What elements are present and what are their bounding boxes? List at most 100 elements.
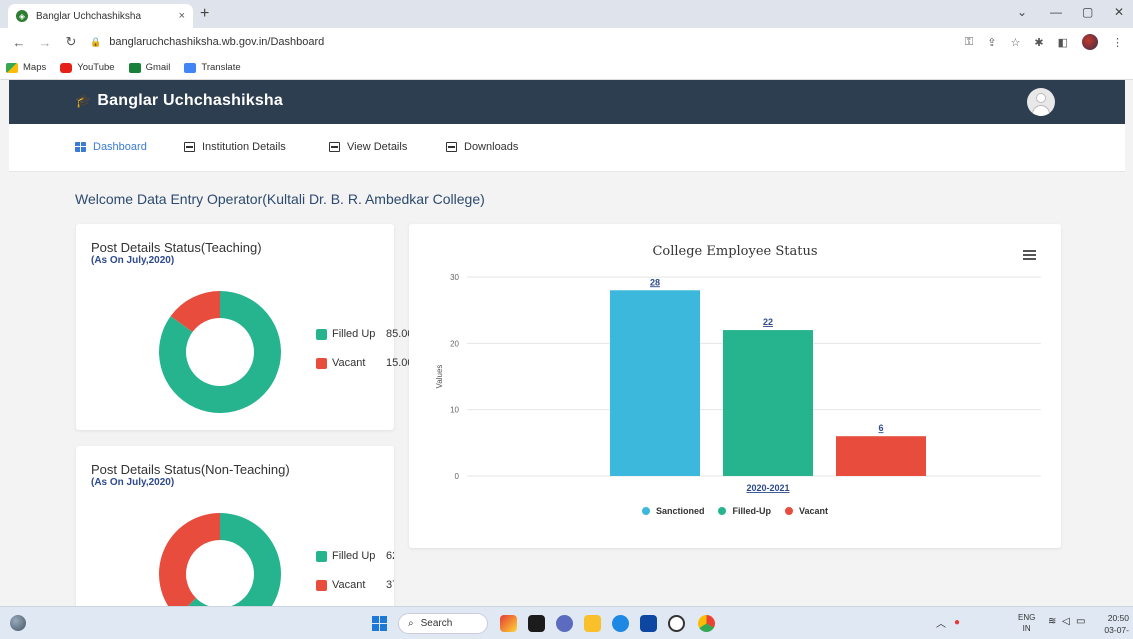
- bar-vacant[interactable]: [836, 436, 926, 476]
- legend-dot: [718, 507, 727, 515]
- bookmark-label: Maps: [23, 62, 47, 73]
- key-icon[interactable]: ⚿: [965, 36, 973, 49]
- url-field[interactable]: 🔒 banglaruchchashiksha.wb.gov.in/Dashboa…: [90, 32, 990, 52]
- chart-legend: Sanctioned Filled-Up Vacant: [409, 506, 1061, 516]
- graduation-cap-icon: 🎓: [75, 93, 92, 108]
- reload-icon[interactable]: ↻: [64, 34, 78, 50]
- legend-label: Vacant: [798, 506, 829, 516]
- y-tick-label: 20: [450, 339, 459, 348]
- share-icon[interactable]: ⇪: [987, 36, 996, 49]
- card-title: Post Details Status(Non-Teaching): [91, 462, 290, 477]
- battery-icon[interactable]: ▭: [1076, 616, 1085, 627]
- edge-icon[interactable]: [612, 615, 629, 632]
- legend-item-vacant[interactable]: Vacant: [784, 506, 829, 516]
- tab-title: Banglar Uchchashiksha: [36, 10, 142, 22]
- dell-icon[interactable]: [668, 615, 685, 632]
- site-nav: Dashboard Institution Details View Detai…: [9, 124, 1125, 172]
- legend-item-sanctioned[interactable]: Sanctioned: [641, 506, 704, 516]
- url-text: banglaruchchashiksha.wb.gov.in/Dashboard: [109, 36, 325, 48]
- region-code: IN: [1022, 624, 1031, 633]
- clock-date: 03-07-2023: [1104, 625, 1129, 639]
- teams-icon[interactable]: [556, 615, 573, 632]
- nav-dashboard[interactable]: Dashboard: [75, 141, 147, 153]
- profile-avatar[interactable]: [1082, 34, 1098, 50]
- nav-view-details[interactable]: View Details: [329, 141, 407, 153]
- chevron-up-icon[interactable]: ︿: [936, 615, 946, 630]
- back-icon[interactable]: ←: [12, 35, 26, 50]
- forward-icon[interactable]: →: [38, 35, 52, 50]
- app-icon-pinned-2[interactable]: [528, 615, 545, 632]
- taskbar-search-label: Search: [420, 618, 453, 629]
- employee-bar-chart: 0 10 20 30 Values 28 22 6 2020-2021: [435, 273, 1041, 493]
- bookmark-gmail[interactable]: Gmail: [128, 62, 170, 73]
- new-tab-button[interactable]: +: [200, 5, 209, 23]
- nav-label: Dashboard: [93, 141, 147, 153]
- browser-tabstrip: ◈ Banglar Uchchashiksha × + ⌄ — ▢ ✕: [0, 0, 1133, 28]
- tray-app-icon[interactable]: ●: [954, 617, 960, 628]
- nav-institution-details[interactable]: Institution Details: [184, 141, 286, 153]
- start-button[interactable]: [372, 616, 387, 631]
- bookmark-maps[interactable]: Maps: [6, 62, 46, 73]
- bar-filled-up[interactable]: [723, 330, 813, 476]
- volume-icon[interactable]: ◁: [1062, 616, 1070, 627]
- youtube-icon: [60, 62, 73, 73]
- legend-item-filled-up[interactable]: Filled-Up: [718, 506, 771, 516]
- legend-value: 37.5000%: [386, 579, 394, 591]
- star-icon[interactable]: ☆: [1011, 36, 1021, 49]
- data-label: 6: [878, 423, 883, 433]
- weather-icon[interactable]: [10, 615, 26, 631]
- bookmark-label: YouTube: [77, 62, 115, 73]
- menu-kebab-icon[interactable]: ⋮: [1112, 36, 1123, 49]
- close-window-icon[interactable]: ✕: [1114, 5, 1124, 19]
- bookmark-youtube[interactable]: YouTube: [60, 62, 115, 73]
- card-subtitle: (As On July,2020): [91, 255, 175, 266]
- nav-label: Institution Details: [202, 141, 286, 153]
- tab-search-icon[interactable]: ⌄: [1017, 5, 1027, 19]
- wifi-icon[interactable]: ≋: [1048, 616, 1056, 627]
- minimize-icon[interactable]: —: [1050, 5, 1062, 19]
- legend-swatch: [316, 357, 327, 369]
- legend-swatch: [316, 328, 327, 340]
- list-icon: [446, 142, 457, 152]
- legend-label: Filled Up: [332, 550, 376, 562]
- y-tick-label: 30: [450, 273, 459, 282]
- maximize-icon[interactable]: ▢: [1082, 5, 1093, 19]
- clock[interactable]: 20:50 03-07-2023: [1093, 612, 1129, 639]
- site-brand[interactable]: 🎓 Banglar Uchchashiksha: [75, 92, 283, 110]
- close-tab-icon[interactable]: ×: [179, 10, 185, 22]
- employee-status-chart-card: College Employee Status 0 10 20 30 Values 28 2…: [409, 224, 1061, 548]
- y-tick-label: 0: [455, 472, 460, 481]
- taskbar-search[interactable]: ⌕ Search: [398, 613, 488, 634]
- browser-tab[interactable]: ◈ Banglar Uchchashiksha ×: [8, 4, 193, 28]
- user-avatar[interactable]: [1027, 88, 1055, 116]
- legend-item-filled[interactable]: Filled Up 62.5000%: [316, 548, 394, 564]
- donut-slice-vacant[interactable]: [159, 513, 220, 618]
- app-icon-pinned-1[interactable]: [500, 615, 517, 632]
- windows-taskbar: ⌕ Search ︿ ● ENG IN ≋ ◁ ▭ 20:50 03-07-20…: [0, 606, 1133, 639]
- site-favicon-icon: ◈: [16, 10, 28, 22]
- x-category-label: 2020-2021: [746, 483, 789, 493]
- language-indicator[interactable]: ENG IN: [1018, 612, 1035, 634]
- store-icon[interactable]: [640, 615, 657, 632]
- bar-sanctioned[interactable]: [610, 290, 700, 476]
- language-code: ENG: [1018, 613, 1036, 622]
- nonteaching-legend: Filled Up 62.5000% Vacant 37.5000%: [316, 548, 394, 606]
- legend-swatch: [316, 550, 327, 562]
- data-label: 22: [763, 317, 773, 327]
- chrome-icon[interactable]: [698, 615, 715, 632]
- sidepanel-icon[interactable]: ◧: [1058, 36, 1068, 49]
- nav-downloads[interactable]: Downloads: [446, 141, 518, 153]
- legend-label: Filled Up: [332, 328, 376, 340]
- gmail-icon: [128, 62, 141, 73]
- bookmarks-bar: Maps YouTube Gmail Translate: [0, 56, 1133, 80]
- bookmark-translate[interactable]: Translate: [184, 62, 241, 73]
- extensions-icon[interactable]: ✱: [1034, 36, 1043, 49]
- legend-dot: [641, 507, 650, 515]
- legend-item-vacant[interactable]: Vacant 37.5000%: [316, 577, 394, 593]
- nav-label: Downloads: [464, 141, 519, 153]
- browser-actions: ⚿ ⇪ ☆ ✱ ◧ ⋮: [965, 34, 1123, 50]
- legend-swatch: [316, 579, 327, 591]
- clock-time: 20:50: [1107, 613, 1129, 623]
- file-explorer-icon[interactable]: [584, 615, 601, 632]
- legend-label: Vacant: [332, 357, 366, 369]
